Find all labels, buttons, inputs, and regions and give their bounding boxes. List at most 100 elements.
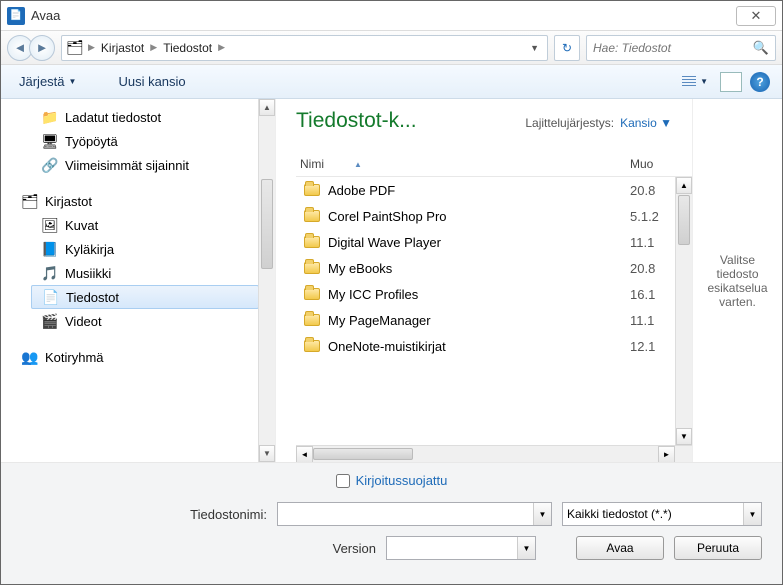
tree-item[interactable]: 🎬Videot	[1, 309, 275, 333]
item-icon: 🖼	[41, 217, 59, 233]
tree-item[interactable]: 📘Kyläkirja	[1, 237, 275, 261]
scroll-down-button[interactable]: ▼	[676, 428, 692, 445]
tree-item[interactable]: 🖼Kuvat	[1, 213, 275, 237]
item-icon: 🎬	[41, 313, 59, 329]
scroll-thumb[interactable]	[678, 195, 690, 245]
sidebar: 📁Ladatut tiedostot🖥Työpöytä 🔗 Viimeisimmät…	[1, 99, 276, 462]
file-row[interactable]: Adobe PDF20.8	[296, 177, 692, 203]
scroll-right-button[interactable]: ►	[658, 446, 675, 463]
folder-icon	[302, 181, 322, 199]
file-row[interactable]: My eBooks20.8	[296, 255, 692, 281]
help-button[interactable]: ?	[750, 72, 770, 92]
item-icon: 🎵	[41, 265, 59, 281]
readonly-checkbox[interactable]	[336, 474, 350, 488]
column-header: Nimi ▲ Muo	[296, 151, 692, 177]
scroll-thumb[interactable]	[261, 179, 273, 269]
readonly-label[interactable]: Kirjoitussuojattu	[356, 473, 448, 488]
file-list: Adobe PDF20.8Corel PaintShop Pro5.1.2Dig…	[296, 177, 692, 445]
file-row[interactable]: My ICC Profiles16.1	[296, 281, 692, 307]
file-modified: 20.8	[630, 183, 675, 198]
group-label: Kotiryhmä	[45, 350, 104, 365]
folder-icon	[302, 259, 322, 277]
tree-group-homegroup[interactable]: 👥Kotiryhmä	[1, 345, 275, 369]
file-row[interactable]: Digital Wave Player11.1	[296, 229, 692, 255]
scroll-down-button[interactable]: ▼	[259, 445, 275, 462]
breadcrumb[interactable]: 🗂 ▶ Kirjastot ▶ Tiedostot ▶ ▼	[61, 35, 548, 61]
folder-icon	[302, 233, 322, 251]
scroll-up-button[interactable]: ▲	[259, 99, 275, 116]
file-modified: 5.1.2	[630, 209, 675, 224]
column-modified[interactable]: Muo	[630, 157, 675, 171]
tree-item[interactable]: 📁Ladatut tiedostot	[1, 105, 275, 129]
item-label: Musiikki	[65, 266, 111, 281]
scroll-left-button[interactable]: ◄	[296, 446, 313, 463]
file-row[interactable]: My PageManager11.1	[296, 307, 692, 333]
version-label: Version	[41, 541, 376, 556]
breadcrumb-seg[interactable]: Tiedostot	[161, 41, 214, 55]
filetype-combo[interactable]: Kaikki tiedostot (*.*) ▼	[562, 502, 762, 526]
folder-icon: 🗂	[66, 40, 84, 56]
file-modified: 11.1	[630, 313, 675, 328]
scroll-thumb[interactable]	[313, 448, 413, 460]
open-button[interactable]: Avaa	[576, 536, 664, 560]
arrange-value[interactable]: Kansio ▼	[620, 116, 672, 130]
sidebar-scrollbar[interactable]: ▲ ▼	[258, 99, 275, 462]
chevron-down-icon[interactable]: ▼	[533, 503, 551, 525]
item-icon: 📄	[42, 289, 60, 305]
chevron-down-icon: ▼	[69, 77, 77, 86]
organize-label: Järjestä	[19, 74, 65, 89]
nav-forward-button[interactable]: ►	[29, 35, 55, 61]
libraries-icon: 🗂	[21, 193, 39, 209]
file-modified: 16.1	[630, 287, 675, 302]
view-mode-button[interactable]: ▼	[678, 74, 712, 90]
file-modified: 12.1	[630, 339, 675, 354]
item-icon: 🔗	[41, 157, 59, 173]
file-name: Adobe PDF	[328, 183, 630, 198]
tree-group-libraries[interactable]: 🗂Kirjastot	[1, 189, 275, 213]
chevron-down-icon[interactable]: ▼	[517, 537, 535, 559]
file-row[interactable]: OneNote-muistikirjat12.1	[296, 333, 692, 359]
refresh-button[interactable]: ↻	[554, 35, 580, 61]
tree-item[interactable]: 📄Tiedostot	[31, 285, 259, 309]
scroll-up-button[interactable]: ▲	[676, 177, 692, 194]
titlebar: 📄 Avaa ✕	[1, 1, 782, 31]
window-title: Avaa	[31, 8, 736, 23]
filename-label: Tiedostonimi:	[27, 507, 267, 522]
chevron-down-icon[interactable]: ▼	[526, 43, 543, 53]
preview-pane-button[interactable]	[720, 72, 742, 92]
folder-icon	[302, 337, 322, 355]
new-folder-label: Uusi kansio	[118, 74, 185, 89]
file-name: My ICC Profiles	[328, 287, 630, 302]
breadcrumb-seg[interactable]: Kirjastot	[99, 41, 146, 55]
library-title: Tiedostot-k...	[296, 109, 417, 133]
column-name[interactable]: Nimi ▲	[296, 157, 630, 171]
chevron-down-icon[interactable]: ▼	[743, 503, 761, 525]
organize-button[interactable]: Järjestä ▼	[13, 70, 82, 93]
search-box[interactable]: 🔍	[586, 35, 776, 61]
new-folder-button[interactable]: Uusi kansio	[112, 70, 191, 93]
chevron-down-icon: ▼	[700, 77, 708, 86]
cancel-button[interactable]: Peruuta	[674, 536, 762, 560]
item-icon: 📁	[41, 109, 59, 125]
search-input[interactable]	[593, 41, 753, 55]
file-pane: Tiedostot-k... Lajittelujärjestys: Kansi…	[276, 99, 692, 462]
tree-item[interactable]: 🎵 Musiikki	[1, 261, 275, 285]
item-label: Viimeisimmät sijainnit	[65, 158, 189, 173]
file-scrollbar[interactable]: ▲ ▼	[675, 177, 692, 445]
folder-icon	[302, 207, 322, 225]
footer: Kirjoitussuojattu Tiedostonimi: ▼ Kaikki…	[1, 462, 782, 584]
file-modified: 11.1	[630, 235, 675, 250]
chevron-right-icon: ▶	[88, 42, 95, 53]
file-row[interactable]: Corel PaintShop Pro5.1.2	[296, 203, 692, 229]
horizontal-scrollbar[interactable]: ◄ ►	[296, 445, 692, 462]
file-name: My eBooks	[328, 261, 630, 276]
file-name: My PageManager	[328, 313, 630, 328]
close-button[interactable]: ✕	[736, 6, 776, 26]
folder-icon	[302, 285, 322, 303]
item-label: Kyläkirja	[65, 242, 114, 257]
arrange-label: Lajittelujärjestys:	[525, 116, 614, 130]
version-combo[interactable]: ▼	[386, 536, 536, 560]
tree-item[interactable]: 🔗 Viimeisimmät sijainnit	[1, 153, 275, 177]
tree-item[interactable]: 🖥Työpöytä	[1, 129, 275, 153]
filename-combo[interactable]: ▼	[277, 502, 552, 526]
